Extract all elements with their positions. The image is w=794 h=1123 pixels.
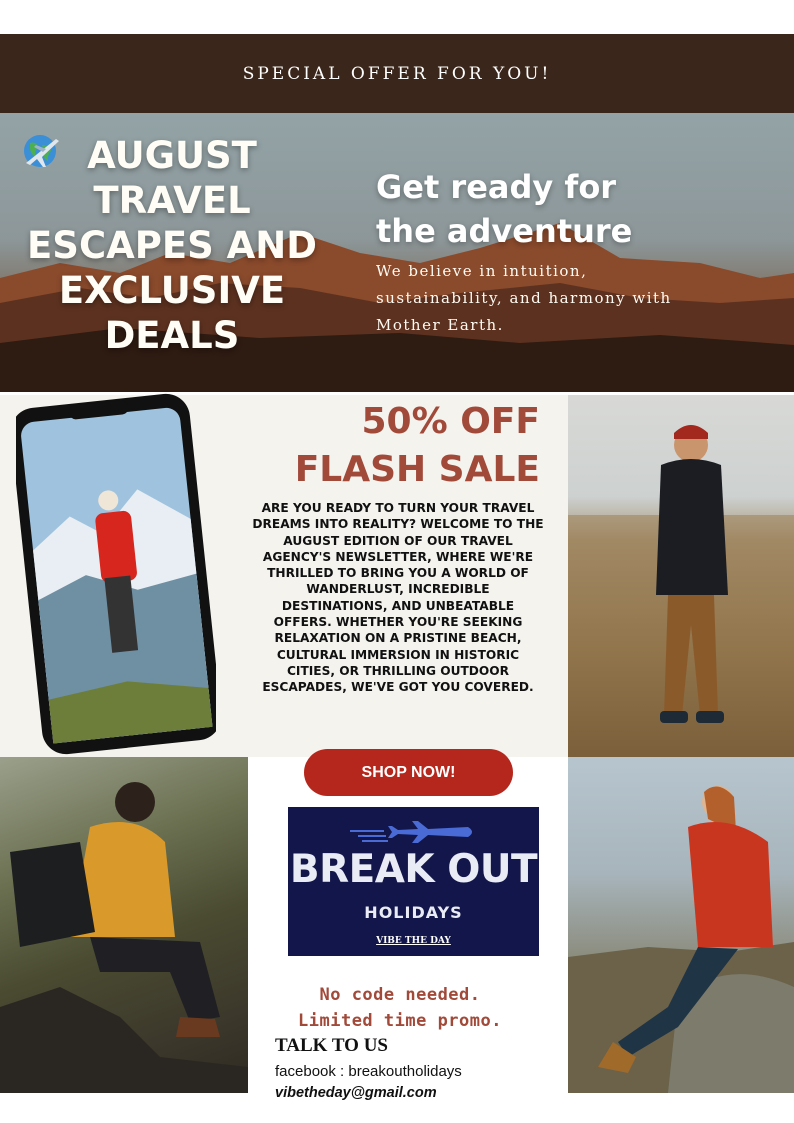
newsletter-body: Are you ready to turn your travel dreams…: [252, 501, 544, 695]
logo-sub-text: HOLIDAYS: [364, 903, 463, 922]
promo-line: Limited time promo.: [298, 1011, 502, 1031]
logo-tagline: VIBE THE DAY: [376, 936, 451, 946]
hero-title-line: AUGUST: [87, 134, 257, 177]
hero-headline-line: Get ready for: [376, 168, 617, 206]
logo-main-text: BREAK OUT: [289, 847, 538, 892]
hero-title-line: ESCAPES AND: [27, 224, 317, 267]
contact-heading: TALK TO US: [275, 1035, 388, 1056]
hiker-woman-illustration: [568, 786, 794, 1093]
promo-line: No code needed.: [319, 985, 481, 1005]
hero-subtext: We believe in intuition, sustainability,…: [376, 262, 672, 334]
top-banner: SPECIAL OFFER FOR YOU!: [0, 34, 794, 113]
hiker-woman-photo: [568, 757, 794, 1093]
shop-now-button[interactable]: SHOP NOW!: [304, 749, 513, 796]
hero-title-line: DEALS: [104, 314, 240, 357]
phone-illustration: [10, 393, 222, 755]
logo-airplane-icon: [350, 821, 472, 843]
hiker-sitting-illustration: [0, 782, 248, 1093]
hiker-standing-illustration: [568, 425, 794, 757]
flash-sale-heading: 50% OFF FLASH SALE: [260, 398, 540, 494]
facebook-link[interactable]: facebook : breakoutholidays: [275, 1063, 462, 1080]
sale-line: 50% OFF: [361, 401, 541, 442]
phone-mockup-image: [10, 392, 222, 756]
airplane-icon: [26, 139, 59, 167]
hero-headline: Get ready for the adventure: [376, 165, 676, 253]
hero-title-line: EXCLUSIVE: [58, 269, 286, 312]
hero-title-last-line: DEALS: [22, 135, 322, 358]
hiker-sitting-photo: [0, 757, 248, 1093]
hero-mountain-image: AUGUST TRAVEL ESCAPES AND EXCLUSIVE DEAL…: [0, 113, 794, 392]
hero-title-line: TRAVEL: [93, 179, 251, 222]
hiker-standing-photo: [568, 395, 794, 757]
promo-text: No code needed. Limited time promo.: [262, 982, 538, 1034]
email-link[interactable]: vibetheday@gmail.com: [275, 1085, 437, 1101]
hero-headline-line: the adventure: [376, 212, 633, 250]
hero-title: AUGUST TRAVEL ESCAPES AND EXCLUSIVE DEAL…: [22, 133, 322, 358]
sale-line: FLASH SALE: [294, 449, 540, 490]
banner-text: SPECIAL OFFER FOR YOU!: [242, 63, 552, 84]
break-out-holidays-logo: BREAK OUT HOLIDAYS VIBE THE DAY: [288, 807, 539, 956]
